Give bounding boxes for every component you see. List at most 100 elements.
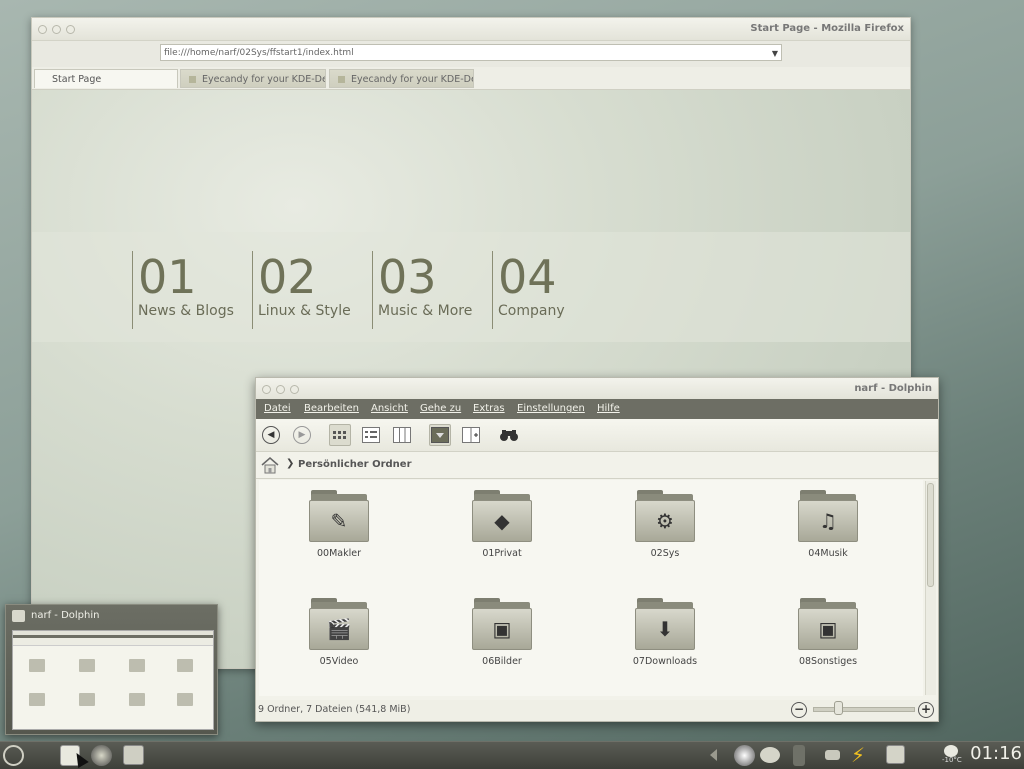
forward-button[interactable]: ▶ <box>291 424 313 446</box>
file-item[interactable]: 🎬 05Video <box>289 598 389 667</box>
amarok-tray-icon[interactable] <box>734 745 755 766</box>
file-item[interactable]: ◆ 01Privat <box>452 490 552 559</box>
grid-icon <box>333 431 346 439</box>
scrollbar[interactable] <box>925 481 936 695</box>
chevron-down-icon[interactable]: ▼ <box>772 45 778 62</box>
minimize-button[interactable] <box>276 385 285 394</box>
breadcrumb: ❯ Persönlicher Ordner <box>256 452 938 479</box>
file-item[interactable]: ▣ 08Sonstiges <box>778 598 878 667</box>
preview-button[interactable] <box>429 424 451 446</box>
find-button[interactable] <box>498 424 520 446</box>
tab-bar: Start Page Eyecandy for your KDE-De... E… <box>32 67 910 90</box>
zoom-in-icon[interactable]: + <box>918 702 934 718</box>
power-bolt-icon[interactable]: ⚡ <box>851 745 872 766</box>
file-name: 02Sys <box>650 548 680 559</box>
document-folder-icon: ✎ <box>309 490 369 542</box>
downloads-folder-icon: ⬇ <box>635 598 695 650</box>
video-folder-icon: 🎬 <box>309 598 369 650</box>
file-item[interactable]: ⬇ 07Downloads <box>615 598 715 667</box>
file-item[interactable]: ⚙ 02Sys <box>615 490 715 559</box>
section-music-more[interactable]: 03 Music & More <box>372 251 472 329</box>
pictures-folder-icon: ▣ <box>472 598 532 650</box>
menu-gehe-zu[interactable]: Gehe zu <box>420 403 461 414</box>
preview-title: narf - Dolphin <box>31 610 100 621</box>
menu-bearbeiten[interactable]: Bearbeiten <box>304 403 359 414</box>
section-company[interactable]: 04 Company <box>492 251 565 329</box>
clipboard-tray-icon[interactable] <box>886 745 905 764</box>
details-view-button[interactable] <box>360 424 382 446</box>
section-number: 01 <box>138 250 197 304</box>
window-preview-tooltip[interactable]: narf - Dolphin <box>5 604 218 735</box>
favicon-icon <box>338 76 345 83</box>
section-label: Music & More <box>378 303 473 319</box>
clipboard-task-icon[interactable] <box>123 745 144 765</box>
menu-ansicht[interactable]: Ansicht <box>371 403 408 414</box>
menu-bar: Datei Bearbeiten Ansicht Gehe zu Extras … <box>256 399 938 419</box>
toolbar: ◀ ▶ <box>256 419 938 452</box>
kde-menu-icon[interactable] <box>3 745 24 766</box>
menu-hilfe[interactable]: Hilfe <box>597 403 620 414</box>
arrow-left-icon: ◀ <box>262 426 280 444</box>
scrollbar-thumb[interactable] <box>927 483 934 587</box>
tab-eyecandy-2[interactable]: Eyecandy for your KDE-De... <box>329 69 474 88</box>
menu-einstellungen[interactable]: Einstellungen <box>517 403 585 414</box>
home-icon[interactable] <box>260 456 280 474</box>
arrow-right-icon: ▶ <box>293 426 311 444</box>
zoom-slider[interactable] <box>813 707 915 712</box>
file-name: 01Privat <box>482 548 522 559</box>
tab-label: Eyecandy for your KDE-De... <box>202 74 326 85</box>
section-news-blogs[interactable]: 01 News & Blogs <box>132 251 234 329</box>
firefox-titlebar[interactable]: Start Page - Mozilla Firefox <box>32 18 910 41</box>
url-text: file:///home/narf/02Sys/ffstart1/index.h… <box>164 48 354 58</box>
section-label: Company <box>498 303 565 319</box>
close-button[interactable] <box>262 385 271 394</box>
tab-label: Eyecandy for your KDE-De... <box>351 74 474 85</box>
dolphin-titlebar[interactable]: narf - Dolphin <box>256 378 938 400</box>
zoom-slider-handle[interactable] <box>834 701 843 715</box>
preview-thumbnail <box>12 630 214 730</box>
chat-bubble-icon[interactable] <box>760 747 780 763</box>
firefox-task-icon[interactable] <box>91 745 112 766</box>
file-item[interactable]: ✎ 00Makler <box>289 490 389 559</box>
clock[interactable]: 01:16 <box>970 743 1022 764</box>
menu-extras[interactable]: Extras <box>473 403 505 414</box>
split-button[interactable] <box>460 424 482 446</box>
maximize-button[interactable] <box>290 385 299 394</box>
minimize-button[interactable] <box>52 25 61 34</box>
file-item[interactable]: ♫ 04Musik <box>778 490 878 559</box>
maximize-button[interactable] <box>66 25 75 34</box>
tab-eyecandy-1[interactable]: Eyecandy for your KDE-De... <box>180 69 326 88</box>
window-title: Start Page - Mozilla Firefox <box>750 23 904 34</box>
list-icon <box>362 427 380 443</box>
file-name: 00Makler <box>317 548 361 559</box>
taskbar: ⚡ -10°C 01:16 <box>0 741 1024 769</box>
dolphin-window: narf - Dolphin Datei Bearbeiten Ansicht … <box>255 377 939 722</box>
binoculars-icon <box>500 430 518 441</box>
tab-label: Start Page <box>52 74 102 85</box>
icons-view-button[interactable] <box>329 424 351 446</box>
section-label: Linux & Style <box>258 303 351 319</box>
zoom-out-icon[interactable]: − <box>791 702 807 718</box>
file-name: 04Musik <box>808 548 848 559</box>
url-bar[interactable]: file:///home/narf/02Sys/ffstart1/index.h… <box>160 44 782 61</box>
private-folder-icon: ◆ <box>472 490 532 542</box>
menu-datei[interactable]: Datei <box>264 403 291 414</box>
file-name: 06Bilder <box>482 656 522 667</box>
file-item[interactable]: ▣ 06Bilder <box>452 598 552 667</box>
tab-start-page[interactable]: Start Page <box>34 69 178 88</box>
file-name: 07Downloads <box>632 656 698 667</box>
temperature-text: -10°C <box>942 756 962 764</box>
mail-icon[interactable] <box>825 750 840 760</box>
section-linux-style[interactable]: 02 Linux & Style <box>252 251 351 329</box>
status-text: 9 Ordner, 7 Dateien (541,8 MiB) <box>258 704 411 715</box>
section-number: 02 <box>258 250 317 304</box>
chevron-left-icon[interactable] <box>710 749 717 761</box>
microphone-icon[interactable] <box>793 745 805 766</box>
columns-view-button[interactable] <box>391 424 413 446</box>
window-title: narf - Dolphin <box>854 383 932 394</box>
file-name: 08Sonstiges <box>798 656 858 667</box>
close-button[interactable] <box>38 25 47 34</box>
breadcrumb-home[interactable]: Persönlicher Ordner <box>298 459 412 470</box>
back-button[interactable]: ◀ <box>260 424 282 446</box>
file-view: ✎ 00Makler ◆ 01Privat ⚙ 02Sys ♫ 04Musik … <box>259 480 923 696</box>
